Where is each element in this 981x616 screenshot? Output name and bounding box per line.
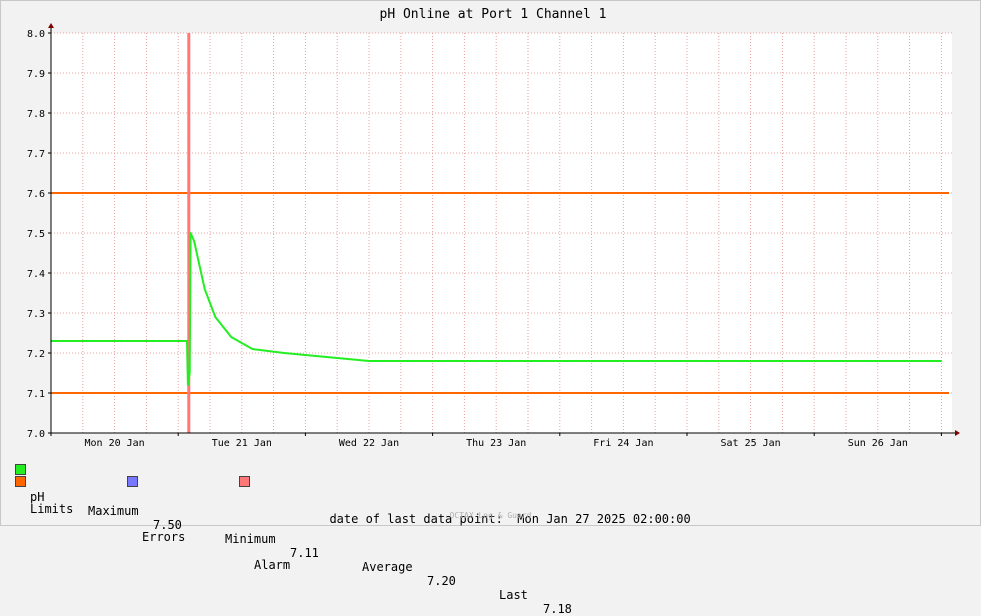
- y-tick-label: 7.4: [27, 269, 45, 280]
- data-point: [940, 360, 943, 362]
- y-tick-label: 7.0: [27, 429, 45, 440]
- x-tick-label: Wed 22 Jan: [339, 438, 399, 449]
- data-point: [813, 360, 815, 362]
- x-tick-label: Mon 20 Jan: [84, 438, 144, 449]
- data-point: [186, 340, 188, 342]
- data-point: [230, 336, 232, 338]
- chart-canvas: pH Online at Port 1 Channel 1 7.07.17.27…: [27, 7, 960, 449]
- y-tick-label: 8.0: [27, 29, 45, 40]
- legend-errors-label: Errors: [142, 530, 186, 544]
- credit-watermark: OCTAX Log & Guard: [449, 511, 532, 520]
- x-tick-label: Sun 26 Jan: [848, 438, 908, 449]
- x-tick-label: Sat 25 Jan: [720, 438, 780, 449]
- data-point: [368, 360, 370, 362]
- data-point: [203, 288, 206, 290]
- x-tick-label: Tue 21 Jan: [212, 438, 272, 449]
- legend-min-label: Minimum: [225, 532, 276, 546]
- data-point: [325, 356, 328, 358]
- x-tick-labels: Mon 20 Jan Tue 21 Jan Wed 22 Jan Thu 23 Jan…: [84, 438, 907, 449]
- data-point: [251, 348, 254, 350]
- y-tick-label: 7.5: [27, 229, 45, 240]
- y-tick-label: 7.6: [27, 189, 45, 200]
- legend-row-limits: Limits Errors Alarm: [15, 474, 290, 572]
- x-axis-arrow: [955, 430, 960, 436]
- legend-swatch-limits: [15, 476, 26, 487]
- legend-last-value: 7.18: [543, 602, 572, 616]
- legend-min-value: 7.11: [290, 546, 319, 560]
- legend-avg-label: Average: [362, 560, 413, 574]
- data-point: [686, 360, 688, 362]
- legend-avg-value: 7.20: [427, 574, 456, 588]
- grid: [50, 32, 952, 433]
- data-point: [189, 232, 192, 234]
- data-point: [193, 240, 195, 242]
- y-tick-labels: 7.0 7.1 7.2 7.3 7.4 7.5 7.6 7.7 7.8 7.9 8.0: [27, 29, 45, 440]
- legend-alarm-label: Alarm: [254, 558, 291, 572]
- y-tick-label: 7.9: [27, 69, 45, 80]
- legend-swatch-errors: [127, 476, 138, 487]
- y-tick-label: 7.8: [27, 109, 45, 120]
- y-tick-label: 7.2: [27, 349, 45, 360]
- data-point: [187, 384, 189, 386]
- y-axis-arrow: [48, 23, 54, 28]
- data-point: [214, 316, 217, 318]
- data-point: [113, 340, 116, 342]
- x-tick-label: Thu 23 Jan: [466, 438, 526, 449]
- y-tick-label: 7.7: [27, 149, 45, 160]
- x-tick-label: Fri 24 Jan: [593, 438, 653, 449]
- legend-swatch-alarm: [239, 476, 250, 487]
- data-point: [177, 340, 179, 342]
- data-point: [188, 372, 191, 374]
- chart-title: pH Online at Port 1 Channel 1: [380, 7, 607, 22]
- data-point: [431, 360, 434, 362]
- y-tick-label: 7.1: [27, 389, 45, 400]
- data-point: [283, 352, 286, 354]
- y-tick-label: 7.3: [27, 309, 45, 320]
- legend-last-label: Last: [499, 588, 528, 602]
- data-point: [559, 360, 561, 362]
